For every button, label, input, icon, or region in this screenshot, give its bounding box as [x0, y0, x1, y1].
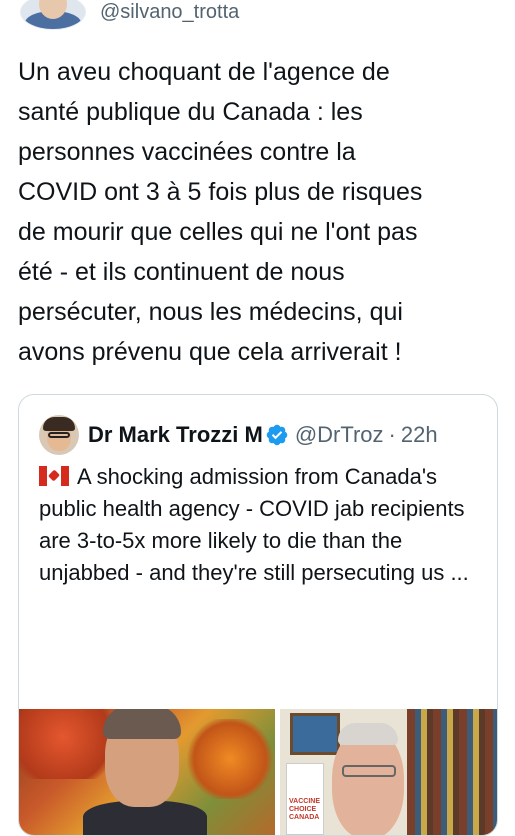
quoted-tweet-card[interactable]: Dr Mark Trozzi M @DrTroz · 22h A shockin… — [18, 394, 498, 836]
quoted-tweet-time[interactable]: 22h — [401, 422, 438, 448]
quoted-tweet-body: A shocking admission from Canada's publi… — [39, 464, 469, 585]
tweet-text: Un aveu choquant de l'agence de santé pu… — [18, 58, 423, 366]
media-image-right[interactable]: VACCINE CHOICE CANADA — [280, 709, 497, 835]
quoted-author-avatar[interactable] — [39, 415, 79, 455]
vaccine-choice-sign: VACCINE CHOICE CANADA — [286, 763, 324, 835]
canada-flag-icon — [39, 466, 69, 486]
verified-badge-icon — [266, 424, 288, 446]
author-handle[interactable]: @silvano_trotta — [100, 1, 239, 24]
quoted-tweet-text: A shocking admission from Canada's publi… — [39, 461, 489, 589]
quoted-tweet-media[interactable]: VACCINE CHOICE CANADA — [19, 709, 497, 835]
author-avatar[interactable] — [20, 0, 86, 30]
separator-dot: · — [388, 422, 396, 447]
quoted-author-handle[interactable]: @DrTroz — [295, 422, 384, 448]
quoted-author-name[interactable]: Dr Mark Trozzi M — [88, 422, 263, 448]
quoted-tweet-header: Dr Mark Trozzi M @DrTroz · 22h — [39, 415, 438, 455]
media-image-left[interactable] — [19, 709, 275, 835]
tweet-author-row: @silvano_trotta — [20, 0, 239, 32]
